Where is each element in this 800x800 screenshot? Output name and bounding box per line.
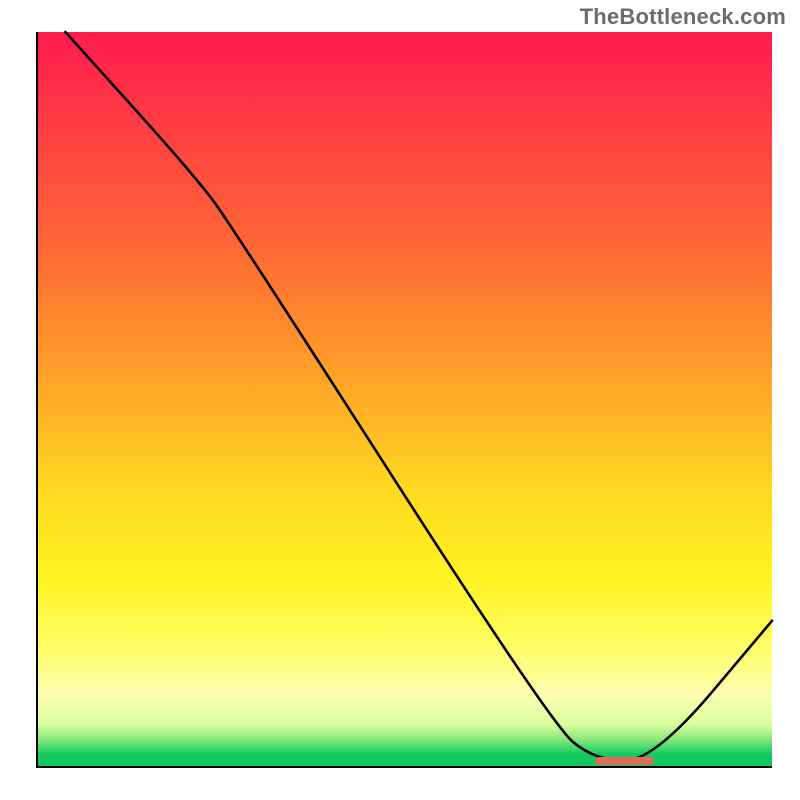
chart-frame: TheBottleneck.com <box>0 0 800 800</box>
y-axis <box>36 32 38 768</box>
x-axis <box>36 766 772 768</box>
plot-area <box>36 32 772 768</box>
watermark-text: TheBottleneck.com <box>580 4 786 30</box>
bottleneck-curve <box>36 32 772 768</box>
optimal-range-marker <box>595 757 654 765</box>
